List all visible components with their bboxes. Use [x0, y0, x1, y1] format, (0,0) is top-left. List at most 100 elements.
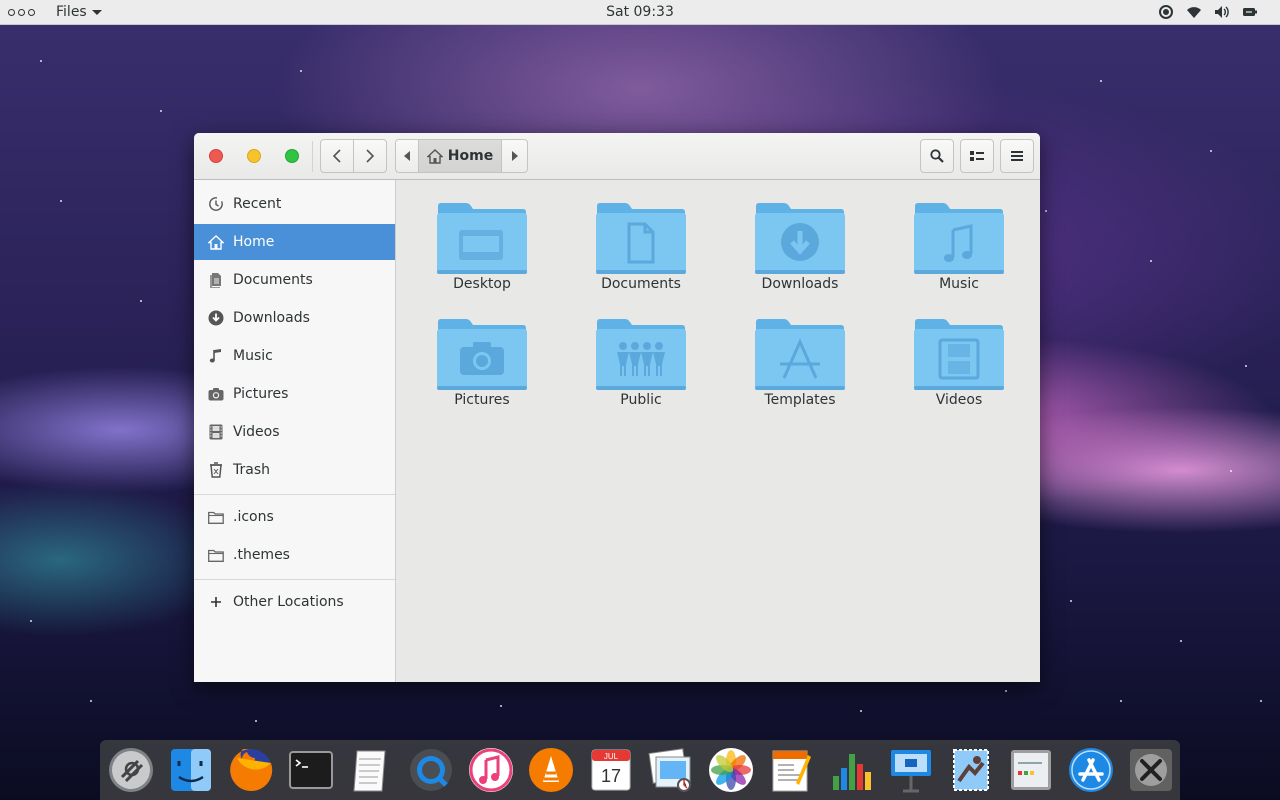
finder-icon[interactable] — [165, 744, 217, 796]
folder-item-downloads[interactable]: Downloads — [752, 202, 848, 292]
volume-icon — [1215, 6, 1229, 18]
back-button[interactable] — [320, 139, 354, 173]
folder-label: Downloads — [761, 276, 839, 292]
recent-icon — [208, 196, 224, 212]
folder-icon — [755, 203, 845, 274]
chevron-right-icon — [366, 149, 375, 163]
folder-label: Desktop — [453, 276, 511, 292]
activities-button[interactable] — [8, 8, 35, 16]
top-bar: Files Sat 09:33 — [0, 0, 1280, 25]
path-home-label: Home — [447, 148, 494, 164]
folder-item-documents[interactable]: Documents — [593, 202, 689, 292]
app-menu[interactable]: Files — [56, 4, 102, 20]
keynote-icon[interactable] — [885, 744, 937, 796]
dot-icon — [28, 8, 35, 16]
terminal-icon[interactable] — [285, 744, 337, 796]
folder-item-public[interactable]: Public — [593, 318, 689, 408]
folder-label: Public — [620, 392, 662, 408]
home-icon — [426, 148, 443, 164]
folder-item-videos[interactable]: Videos — [911, 318, 1007, 408]
sidebar-item-recent[interactable]: Recent — [194, 186, 395, 222]
path-home-button[interactable]: Home — [418, 139, 502, 173]
sidebar-item-label: Downloads — [233, 310, 310, 326]
system-tray[interactable] — [1158, 4, 1258, 20]
file-view[interactable]: Desktop Documents Downloads Music Pictur… — [397, 180, 1040, 682]
sidebar-item-label: Music — [233, 348, 273, 364]
preview-icon[interactable] — [645, 744, 697, 796]
menu-button[interactable] — [1000, 139, 1034, 173]
folder-grid: Desktop Documents Downloads Music Pictur… — [434, 202, 1040, 408]
sidebar-item-themes-folder[interactable]: .themes — [194, 537, 395, 573]
download-emblem — [781, 223, 819, 261]
sidebar-divider — [194, 579, 395, 580]
sidebar-item-icons-folder[interactable]: .icons — [194, 499, 395, 535]
vlc-icon[interactable] — [525, 744, 577, 796]
sidebar-item-other-locations[interactable]: Other Locations — [194, 584, 395, 620]
sidebar-item-trash[interactable]: Trash — [194, 452, 395, 488]
sidebar-item-videos[interactable]: Videos — [194, 414, 395, 450]
calendar-month: JUL — [604, 752, 619, 761]
text-editor-icon[interactable] — [345, 744, 397, 796]
minimize-button[interactable] — [247, 149, 261, 163]
itunes-icon[interactable] — [465, 744, 517, 796]
path-scroll-left-button[interactable] — [395, 139, 419, 173]
sidebar-item-pictures[interactable]: Pictures — [194, 376, 395, 412]
sidebar-item-label: .themes — [233, 547, 290, 563]
sidebar-item-label: Other Locations — [233, 594, 344, 610]
folder-item-templates[interactable]: Templates — [752, 318, 848, 408]
sidebar-item-label: Recent — [233, 196, 282, 212]
folder-item-desktop[interactable]: Desktop — [434, 202, 530, 292]
mail-icon[interactable] — [945, 744, 997, 796]
wifi-icon — [1187, 7, 1201, 18]
numbers-icon[interactable] — [825, 744, 877, 796]
folder-label: Pictures — [454, 392, 510, 408]
sidebar-item-documents[interactable]: Documents — [194, 262, 395, 298]
sidebar-item-label: .icons — [233, 509, 274, 525]
firefox-icon[interactable] — [225, 744, 277, 796]
battery-icon — [1243, 8, 1257, 16]
pages-icon[interactable] — [765, 744, 817, 796]
sidebar-item-music[interactable]: Music — [194, 338, 395, 374]
sidebar: Recent Home Documents Downloads Music Pi… — [194, 180, 396, 682]
app-menu-label: Files — [56, 4, 87, 20]
view-toggle-button[interactable] — [960, 139, 994, 173]
plus-icon — [208, 594, 224, 610]
folder-item-pictures[interactable]: Pictures — [434, 318, 530, 408]
folder-icon — [596, 319, 686, 390]
photos-icon[interactable] — [705, 744, 757, 796]
dot-icon — [18, 8, 25, 16]
quicktime-icon[interactable] — [405, 744, 457, 796]
sidebar-item-label: Pictures — [233, 386, 289, 402]
system-preferences-icon[interactable] — [1005, 744, 1057, 796]
home-icon — [208, 234, 224, 250]
triangle-right-icon — [511, 151, 518, 161]
dot-icon — [8, 8, 15, 16]
trash-icon — [208, 462, 224, 478]
search-button[interactable] — [920, 139, 954, 173]
sidebar-divider — [194, 494, 395, 495]
calendar-icon[interactable]: JUL 17 — [585, 744, 637, 796]
desktop-emblem — [459, 230, 503, 260]
folder-icon — [437, 319, 527, 390]
sidebar-item-downloads[interactable]: Downloads — [194, 300, 395, 336]
path-scroll-right-button[interactable] — [501, 139, 528, 173]
folder-label: Music — [939, 276, 979, 292]
utilities-icon[interactable] — [1125, 744, 1177, 796]
folder-label: Videos — [935, 392, 983, 408]
chevron-left-icon — [332, 149, 341, 163]
sidebar-item-label: Documents — [233, 272, 313, 288]
folder-icon — [914, 319, 1004, 390]
maximize-button[interactable] — [285, 149, 299, 163]
folder-icon — [755, 319, 845, 390]
sidebar-item-label: Trash — [233, 462, 270, 478]
clock[interactable]: Sat 09:33 — [606, 4, 674, 20]
dock: JUL 17 — [100, 740, 1180, 800]
pictures-icon — [208, 386, 224, 402]
close-button[interactable] — [209, 149, 223, 163]
sidebar-item-home[interactable]: Home — [194, 224, 395, 260]
app-store-icon[interactable] — [1065, 744, 1117, 796]
header-bar: Home — [194, 133, 1040, 180]
forward-button[interactable] — [353, 139, 387, 173]
launchpad-icon[interactable] — [105, 744, 157, 796]
folder-item-music[interactable]: Music — [911, 202, 1007, 292]
